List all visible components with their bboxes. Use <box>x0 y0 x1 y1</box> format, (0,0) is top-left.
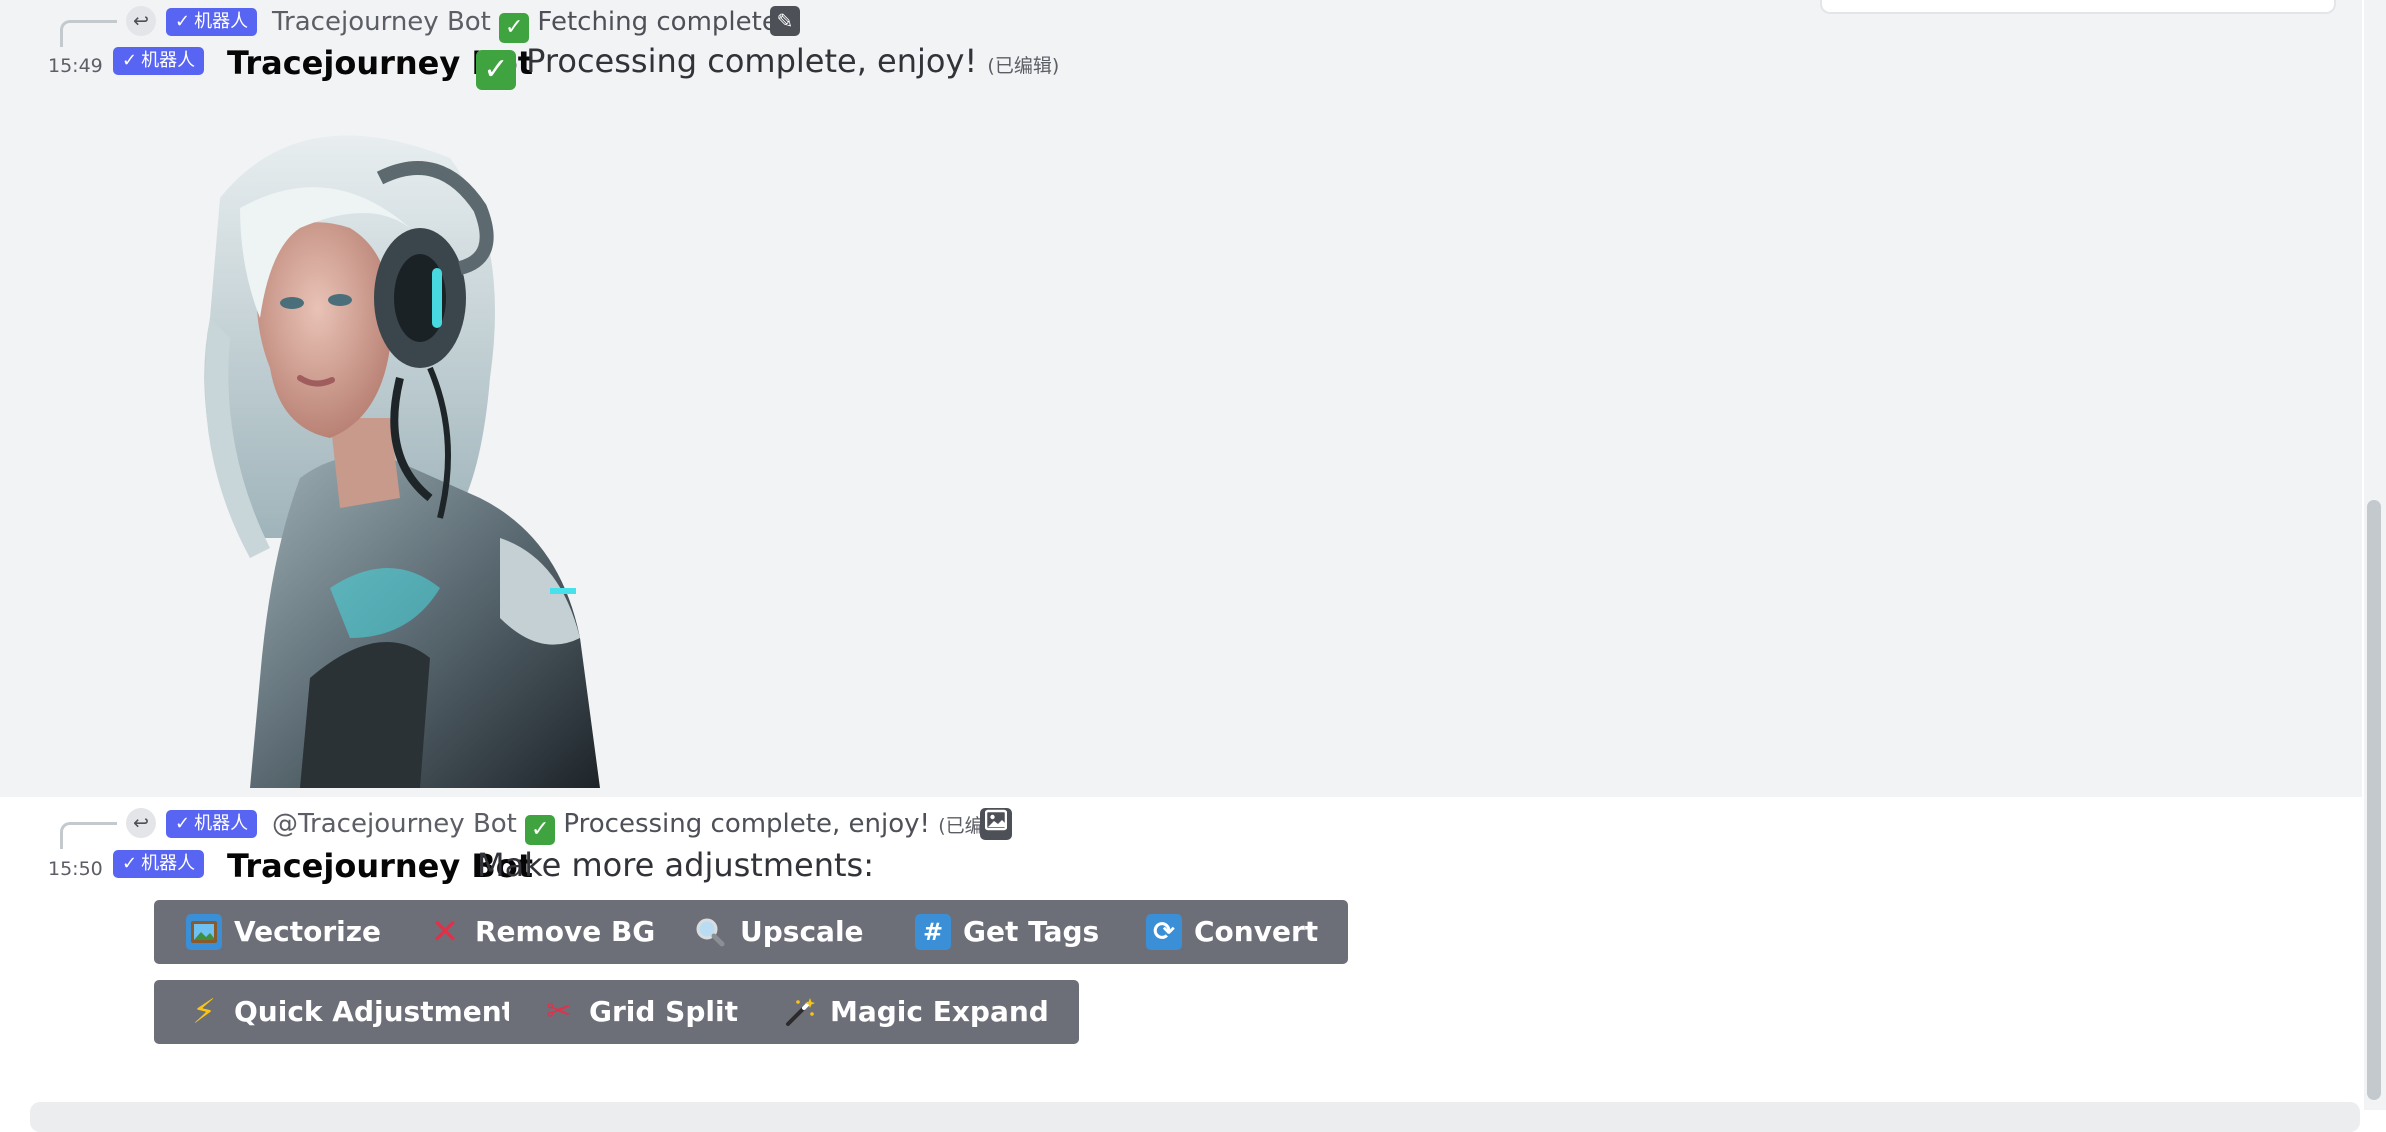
scrollbar-thumb[interactable] <box>2367 500 2381 1100</box>
lightning-icon: ⚡ <box>192 992 216 1032</box>
button-label: Convert <box>1194 915 1319 948</box>
quick-adjustments-button[interactable]: ⚡ Quick Adjustments <box>154 980 562 1044</box>
button-label: Grid Split <box>589 995 738 1028</box>
magnifier-icon <box>692 914 728 950</box>
bot-badge: ✓ 机器人 <box>113 47 205 75</box>
button-label: Upscale <box>740 915 864 948</box>
check-mark-icon: ✓ <box>525 815 556 845</box>
scissors-icon: ✂ <box>546 994 572 1029</box>
reply-arrow-icon: ↩ <box>126 808 156 838</box>
remove-bg-button[interactable]: ✕ Remove BG <box>395 900 686 964</box>
magic-wand-icon <box>782 994 818 1030</box>
reply-connector <box>60 20 117 47</box>
button-label: Quick Adjustments <box>234 995 532 1028</box>
button-label: Vectorize <box>234 915 382 948</box>
check-mark-icon: ✓ <box>476 50 516 90</box>
check-mark-icon: ✓ <box>499 13 530 43</box>
cross-mark-icon: ✕ <box>430 912 460 952</box>
reply-preview[interactable]: @Tracejourney Bot ✓ Processing complete,… <box>272 808 1010 845</box>
vectorize-button[interactable]: Vectorize <box>154 900 412 964</box>
reply-author[interactable]: @Tracejourney Bot <box>272 809 517 839</box>
button-label: Magic Expand <box>830 995 1049 1028</box>
message-text: Processing complete, enjoy! <box>526 42 978 80</box>
convert-button[interactable]: ⟳ Convert <box>1114 900 1349 964</box>
embed-card-edge <box>1820 0 2336 14</box>
bot-badge: ✓ 机器人 <box>113 850 205 878</box>
pencil-icon: ✎ <box>770 6 800 36</box>
framed-picture-icon <box>186 914 222 950</box>
reply-author[interactable]: Tracejourney Bot <box>272 7 491 37</box>
image-attachment[interactable] <box>180 118 620 788</box>
message-content: Make more adjustments: <box>477 846 874 884</box>
button-label: Remove BG <box>475 915 656 948</box>
image-icon <box>980 808 1012 840</box>
reply-arrow-icon: ↩ <box>126 6 156 36</box>
reply-text: Fetching complete! <box>537 7 789 37</box>
reply-connector <box>60 822 117 849</box>
button-label: Get Tags <box>963 915 1100 948</box>
get-tags-button[interactable]: # Get Tags <box>883 900 1130 964</box>
bot-badge: ✓ 机器人 <box>166 8 258 36</box>
reply-text: Processing complete, enjoy! <box>563 809 930 839</box>
refresh-icon: ⟳ <box>1146 914 1182 950</box>
magic-expand-button[interactable]: Magic Expand <box>750 980 1079 1044</box>
edited-indicator: (已编辑) <box>987 55 1060 77</box>
message-composer[interactable] <box>30 1102 2360 1132</box>
upscale-button[interactable]: Upscale <box>660 900 894 964</box>
message-content: ✓ Processing complete, enjoy! (已编辑) <box>476 42 1059 90</box>
bot-badge: ✓ 机器人 <box>166 810 258 838</box>
timestamp[interactable]: 15:49 <box>48 55 103 77</box>
grid-split-button[interactable]: ✂ Grid Split <box>509 980 768 1044</box>
hashtag-icon: # <box>915 914 951 950</box>
timestamp[interactable]: 15:50 <box>48 858 103 880</box>
reply-preview[interactable]: Tracejourney Bot ✓ Fetching complete! <box>272 6 788 43</box>
